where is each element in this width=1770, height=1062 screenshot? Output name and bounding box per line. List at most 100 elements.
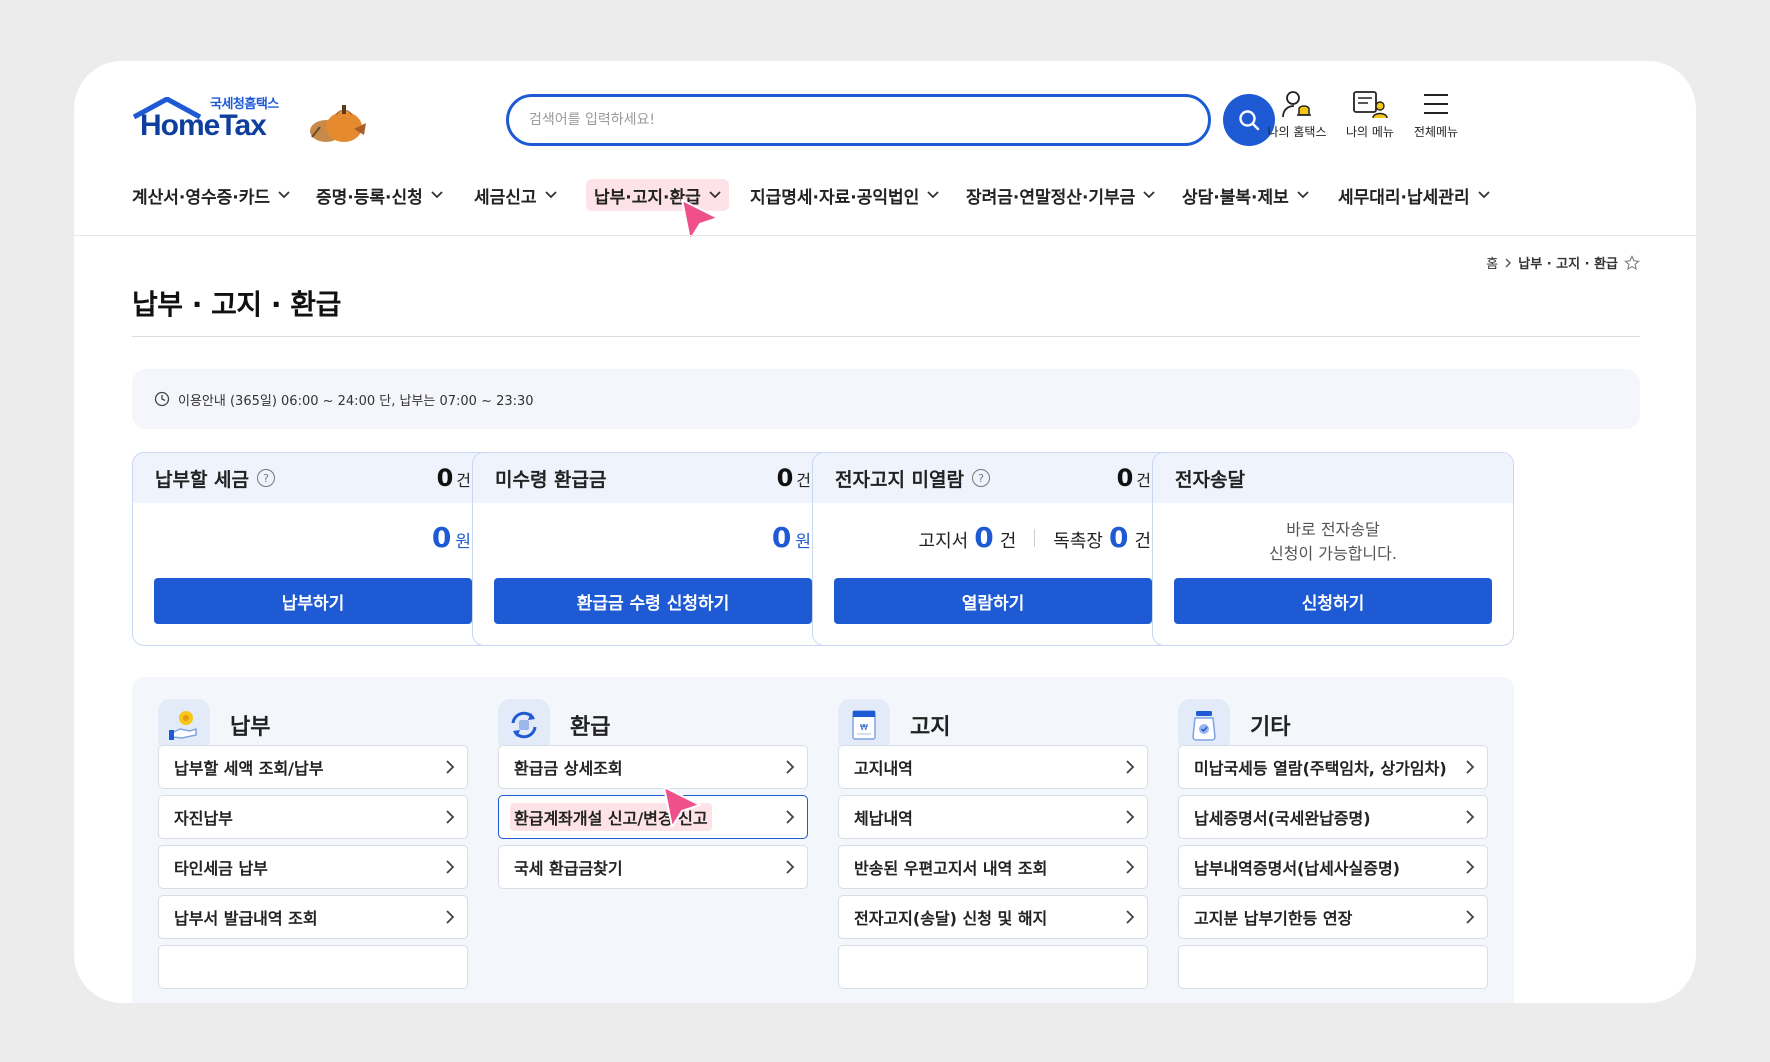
link-label: 납부내역증명서(납세사실증명): [1194, 859, 1400, 878]
gnb-label: 증명·등록·신청: [316, 187, 423, 208]
card-description: 바로 전자송달 신청이 가능합니다.: [1153, 518, 1513, 566]
card-title: 전자송달: [1175, 468, 1245, 491]
section-title: 기타: [1250, 715, 1291, 740]
section-title: 환급: [570, 715, 611, 740]
link-arrears-history[interactable]: 체납내역: [838, 795, 1148, 839]
section-title: 납부: [230, 715, 271, 740]
link-refund-detail[interactable]: 환급금 상세조회: [498, 745, 808, 789]
pay-button[interactable]: 납부하기: [154, 578, 472, 624]
title-divider: [132, 336, 1640, 337]
my-hometax-button[interactable]: 나의 홈택스: [1257, 89, 1337, 140]
link-label: 반송된 우편고지서 내역 조회: [854, 859, 1048, 878]
refund-cycle-icon: [498, 699, 550, 751]
chevron-right-icon: [1466, 760, 1475, 774]
link-self-payment[interactable]: 자진납부: [158, 795, 468, 839]
link-label: 타인세금 납부: [174, 859, 268, 878]
breadcrumb: 홈 납부 · 고지 · 환급: [1486, 253, 1640, 272]
link-payment-slip-history[interactable]: 납부서 발급내역 조회: [158, 895, 468, 939]
help-icon[interactable]: ?: [257, 469, 276, 487]
jar-icon: [1178, 699, 1230, 751]
link-label: 납부할 세액 조회/납부: [174, 759, 324, 778]
card-count-unit: 건: [1136, 471, 1151, 490]
desc-line: 신청이 가능합니다.: [1269, 544, 1397, 563]
chevron-down-icon: [278, 191, 290, 199]
link-payment-history-certificate[interactable]: 납부내역증명서(납세사실증명): [1178, 845, 1488, 889]
header-divider: [74, 235, 1696, 236]
clock-icon: [154, 391, 170, 407]
gnb-item-invoices[interactable]: 계산서·영수증·카드: [124, 179, 298, 211]
chevron-down-icon: [431, 191, 443, 199]
link-more[interactable]: [158, 945, 468, 989]
breadcrumb-current: 납부 · 고지 · 환급: [1518, 257, 1618, 272]
gnb-item-tax-filing[interactable]: 세금신고: [466, 179, 565, 211]
gnb-label: 세금신고: [474, 187, 537, 208]
section-refund: 환급 환급금 상세조회 환급계좌개설 신고/변경 신고 국세 환급금찾기: [472, 677, 834, 1003]
ledger-count: 0: [1108, 521, 1129, 554]
chevron-right-icon: [446, 910, 455, 924]
search-input[interactable]: [529, 108, 1109, 132]
star-icon[interactable]: [1624, 254, 1640, 271]
card-amount: 0: [431, 521, 452, 554]
card-taxes-due: 납부할 세금 ? 0 건 0 원 납부하기: [132, 452, 494, 646]
link-returned-mail-notice[interactable]: 반송된 우편고지서 내역 조회: [838, 845, 1148, 889]
page-title: 납부 · 고지 · 환급: [132, 288, 341, 321]
link-label: 국세 환급금찾기: [514, 859, 623, 878]
card-count: 0: [436, 464, 454, 492]
link-e-notice-subscription[interactable]: 전자고지(송달) 신청 및 해지: [838, 895, 1148, 939]
pointer-cursor-icon: [681, 199, 719, 241]
my-hometax-label: 나의 홈택스: [1267, 125, 1327, 139]
link-others-tax-payment[interactable]: 타인세금 납부: [158, 845, 468, 889]
link-more[interactable]: [838, 945, 1148, 989]
link-label: 전자고지(송달) 신청 및 해지: [854, 909, 1048, 928]
payment-hand-icon: [158, 699, 210, 751]
card-unclaimed-refund: 미수령 환급금 0 건 0 원 환급금 수령 신청하기: [472, 452, 834, 646]
notice-unit: 건: [999, 531, 1017, 552]
gnb-item-consulting[interactable]: 상담·불복·제보: [1174, 179, 1317, 211]
card-count: 0: [776, 464, 794, 492]
notice-label: 고지서: [918, 531, 969, 552]
view-button[interactable]: 열람하기: [834, 578, 1152, 624]
chevron-right-icon: [446, 760, 455, 774]
gnb-label: 상담·불복·제보: [1182, 187, 1289, 208]
apply-button[interactable]: 신청하기: [1174, 578, 1492, 624]
link-refund-account-registration[interactable]: 환급계좌개설 신고/변경 신고: [498, 795, 808, 839]
all-menu-label: 전체메뉴: [1413, 125, 1459, 139]
card-title: 미수령 환급금: [495, 468, 607, 491]
gnb-item-statements[interactable]: 지급명세·자료·공익법인: [742, 179, 947, 211]
chevron-down-icon: [1297, 191, 1309, 199]
link-tax-payment-inquiry[interactable]: 납부할 세액 조회/납부: [158, 745, 468, 789]
chevron-right-icon: [1466, 910, 1475, 924]
link-notice-history[interactable]: 고지내역: [838, 745, 1148, 789]
link-label: 고지분 납부기한등 연장: [1194, 909, 1353, 928]
link-label: 고지내역: [854, 759, 913, 778]
chevron-right-icon: [786, 810, 795, 824]
gnb-item-tax-agent[interactable]: 세무대리·납세관리: [1330, 179, 1498, 211]
search-box[interactable]: [506, 94, 1211, 146]
breadcrumb-home[interactable]: 홈: [1486, 253, 1498, 272]
link-find-national-tax-refund[interactable]: 국세 환급금찾기: [498, 845, 808, 889]
browser-frame: 국세청홈택스 HomeTax 나의 홈택스: [74, 61, 1696, 1003]
chevron-right-icon: [446, 860, 455, 874]
link-tax-payment-certificate[interactable]: 납세증명서(국세완납증명): [1178, 795, 1488, 839]
gnb-item-incentives[interactable]: 장려금·연말정산·기부금: [958, 179, 1163, 211]
chevron-right-icon: [1126, 760, 1135, 774]
hamburger-icon: [1424, 94, 1448, 114]
gnb-label: 장려금·연말정산·기부금: [966, 187, 1136, 208]
card-e-delivery: 전자송달 바로 전자송달 신청이 가능합니다. 신청하기: [1152, 452, 1514, 646]
my-menu-label: 나의 메뉴: [1346, 125, 1394, 139]
link-more[interactable]: [1178, 945, 1488, 989]
notice-count: 0: [974, 521, 994, 554]
chevron-right-icon: [786, 760, 795, 774]
link-deadline-extension[interactable]: 고지분 납부기한등 연장: [1178, 895, 1488, 939]
link-unpaid-tax-inspection[interactable]: 미납국세등 열람(주택임차, 상가임차): [1178, 745, 1488, 789]
chevron-down-icon: [927, 191, 939, 199]
card-amount-unit: 원: [795, 532, 811, 552]
link-label: 미납국세등 열람(주택임차, 상가임차): [1194, 759, 1447, 778]
card-count: 0: [1116, 464, 1134, 492]
divider: [1034, 528, 1036, 547]
gnb-item-certificates[interactable]: 증명·등록·신청: [308, 179, 451, 211]
logo-title: HomeTax: [140, 109, 267, 142]
refund-claim-button[interactable]: 환급금 수령 신청하기: [494, 578, 812, 624]
all-menu-button[interactable]: 전체메뉴: [1396, 89, 1476, 140]
help-icon[interactable]: ?: [971, 469, 990, 487]
